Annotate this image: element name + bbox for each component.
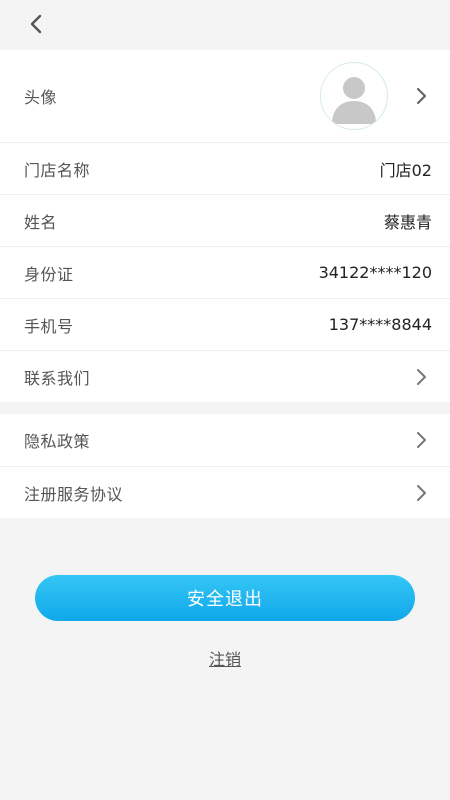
- store-name-label: 门店名称: [24, 160, 91, 180]
- name-value: 蔡惠青: [383, 212, 432, 232]
- service-agreement-label: 注册服务协议: [24, 484, 124, 504]
- legal-group: 隐私政策 注册服务协议: [0, 414, 450, 518]
- avatar-row[interactable]: 头像: [0, 50, 450, 142]
- top-bar: [0, 0, 450, 48]
- back-button[interactable]: [22, 10, 50, 38]
- name-row: 姓名 蔡惠青: [0, 194, 450, 246]
- contact-us-row[interactable]: 联系我们: [0, 350, 450, 402]
- chevron-right-icon: [414, 87, 428, 105]
- contact-us-label: 联系我们: [24, 368, 91, 388]
- phone-value: 137****8844: [328, 315, 432, 334]
- logout-button[interactable]: 安全退出: [35, 575, 415, 621]
- chevron-right-icon: [414, 431, 428, 449]
- id-card-label: 身份证: [24, 264, 74, 284]
- chevron-right-icon: [414, 368, 428, 386]
- privacy-policy-row[interactable]: 隐私政策: [0, 414, 450, 466]
- id-card-row: 身份证 34122****120: [0, 246, 450, 298]
- account-settings-page: 头像 门店名称 门店02 姓名 蔡惠青 身份证 34122****120 手机号…: [0, 0, 450, 800]
- avatar-label: 头像: [24, 88, 58, 107]
- avatar[interactable]: [320, 62, 388, 130]
- phone-label: 手机号: [24, 316, 74, 336]
- chevron-left-icon: [30, 14, 42, 34]
- default-user-icon: [332, 77, 376, 124]
- profile-info-group: 头像 门店名称 门店02 姓名 蔡惠青 身份证 34122****120 手机号…: [0, 50, 450, 402]
- store-name-value: 门店02: [379, 160, 432, 180]
- service-agreement-row[interactable]: 注册服务协议: [0, 466, 450, 518]
- privacy-policy-label: 隐私政策: [24, 432, 91, 451]
- cancel-account-link[interactable]: 注销: [0, 646, 450, 670]
- name-label: 姓名: [24, 212, 58, 232]
- phone-row: 手机号 137****8844: [0, 298, 450, 350]
- id-card-value: 34122****120: [318, 263, 432, 282]
- chevron-right-icon: [414, 484, 428, 502]
- store-name-row: 门店名称 门店02: [0, 142, 450, 194]
